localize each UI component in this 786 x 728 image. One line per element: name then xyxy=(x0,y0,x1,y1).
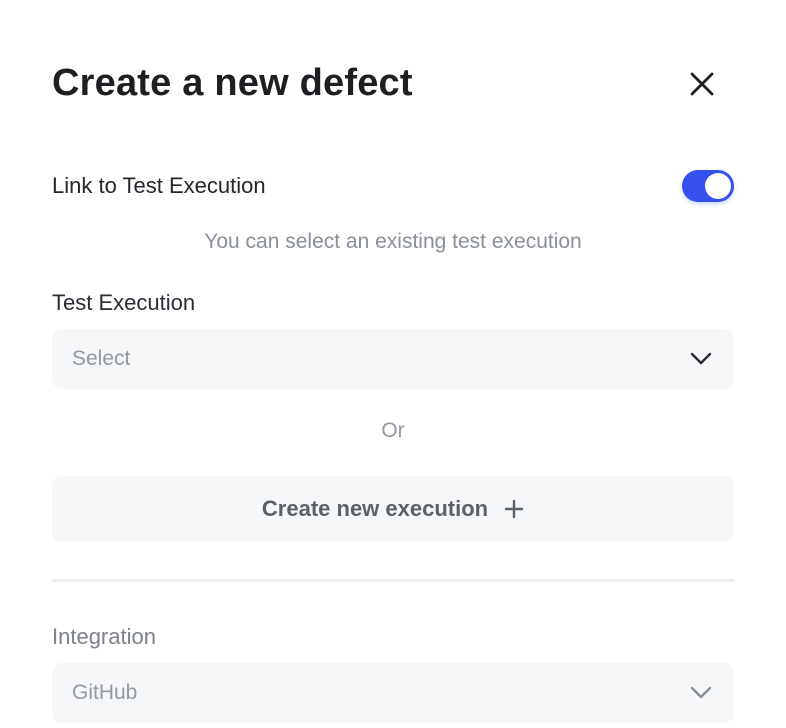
integration-select[interactable]: GitHub xyxy=(52,663,734,723)
create-new-execution-label: Create new execution xyxy=(261,496,489,521)
integration-label: Integration xyxy=(52,624,156,649)
section-divider xyxy=(52,579,734,582)
test-execution-select[interactable]: Select xyxy=(52,329,734,389)
link-test-execution-label: Link to Test Execution xyxy=(52,173,266,198)
or-separator: Or xyxy=(381,419,405,442)
link-hint-text: You can select an existing test executio… xyxy=(204,230,582,253)
create-new-execution-button[interactable]: Create new execution xyxy=(52,476,734,542)
test-execution-select-value: Select xyxy=(72,347,131,370)
link-test-execution-toggle[interactable] xyxy=(682,170,734,202)
chevron-down-icon xyxy=(690,352,712,365)
plus-icon xyxy=(504,499,524,519)
test-execution-label: Test Execution xyxy=(52,290,196,315)
create-defect-dialog: Create a new defect Link to Test Executi… xyxy=(0,0,786,728)
link-test-execution-row: Link to Test Execution xyxy=(52,168,734,204)
integration-select-value: GitHub xyxy=(72,681,138,704)
toggle-knob xyxy=(705,173,731,199)
chevron-down-icon xyxy=(690,686,712,699)
close-button[interactable] xyxy=(682,64,722,104)
dialog-title: Create a new defect xyxy=(52,62,413,104)
close-icon xyxy=(690,72,714,96)
